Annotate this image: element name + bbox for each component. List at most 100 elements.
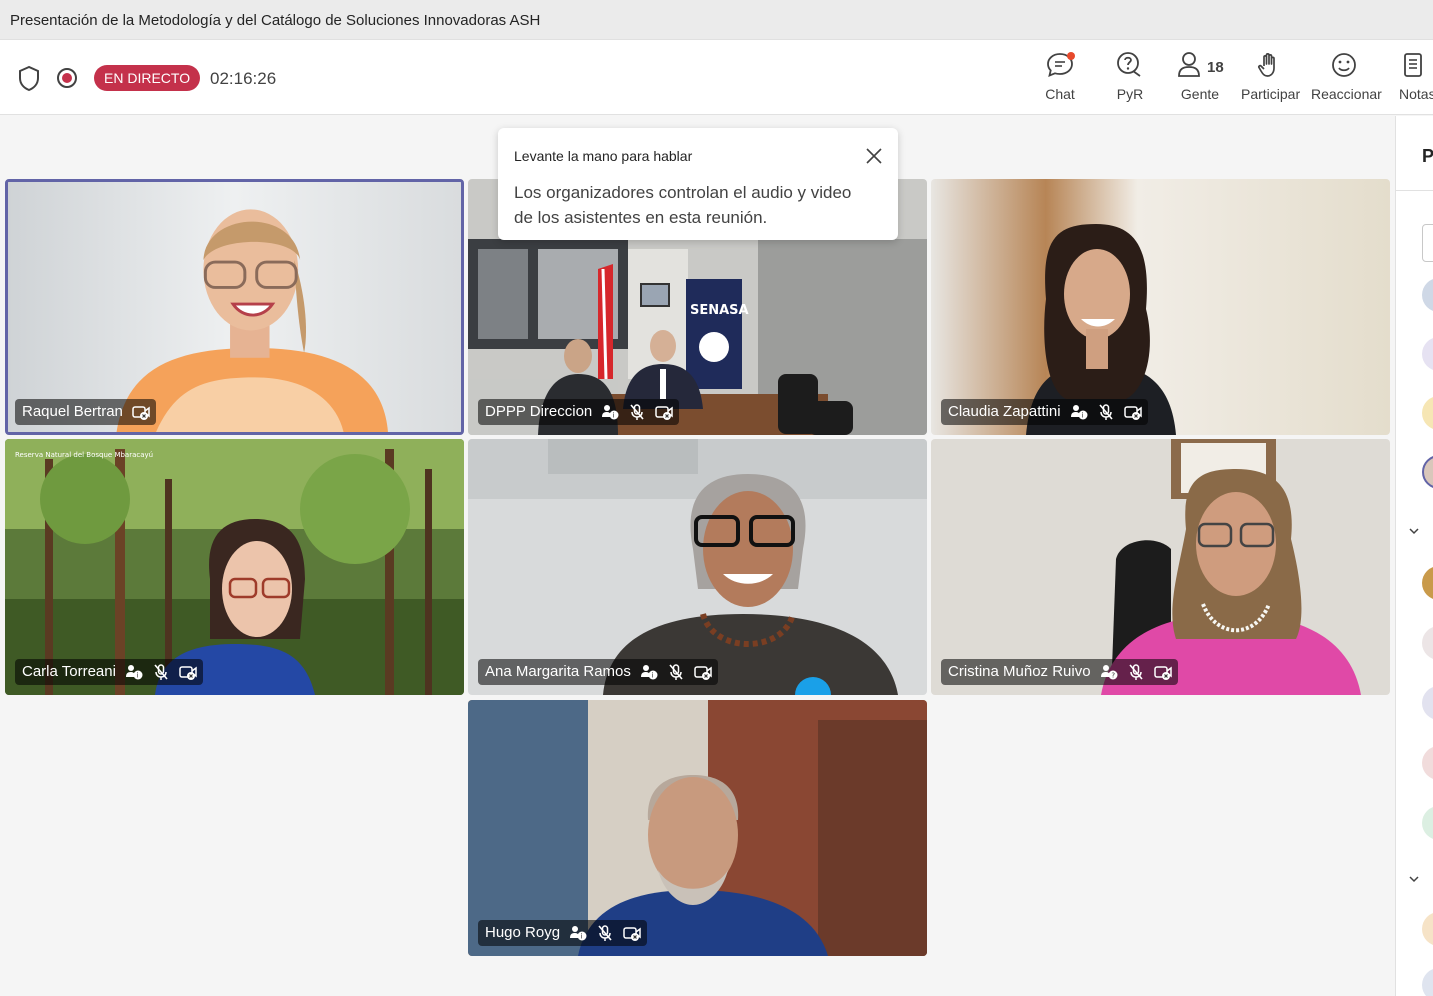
participant-video: Reserva Natural del Bosque Mbaracayú (5, 439, 464, 695)
mic-muted-icon (1098, 404, 1113, 420)
qa-label: PyR (1116, 86, 1144, 102)
notes-label: Notas (1399, 86, 1433, 102)
raise-hand-button[interactable]: Participar (1241, 50, 1301, 112)
panel-title: P (1422, 146, 1433, 166)
participant-name-chip: Claudia Zapattini i (941, 399, 1148, 425)
attendee-icon: i (640, 665, 658, 680)
participant-name: Carla Torreani (22, 663, 116, 680)
avatar[interactable] (1422, 626, 1433, 660)
attendee-icon: i (125, 665, 143, 680)
participant-name-chip: DPPP Direccion i (478, 399, 680, 425)
video-off-icon (655, 406, 674, 420)
chat-notification-dot (1067, 52, 1075, 60)
svg-text:i: i (613, 412, 615, 420)
avatar[interactable] (1422, 278, 1433, 312)
senasa-sign: SENASA (690, 303, 749, 318)
avatar[interactable] (1422, 806, 1433, 840)
participant-name-chip: Hugo Royg i (478, 920, 648, 946)
notes-icon (1404, 53, 1422, 77)
video-tile-ana-margarita[interactable]: Ana Margarita Ramos i (468, 439, 927, 695)
chevron-down-icon[interactable] (1408, 872, 1420, 884)
mic-muted-icon (598, 925, 612, 941)
participant-name: Claudia Zapattini (948, 403, 1061, 420)
participant-name: Raquel Bertran (22, 403, 123, 420)
avatar[interactable] (1422, 396, 1433, 430)
raise-hand-icon (1257, 53, 1275, 77)
svg-text:i: i (580, 933, 582, 941)
react-emoji-icon (1332, 53, 1356, 77)
meeting-title: Presentación de la Metodología y del Cat… (10, 12, 541, 29)
avatar[interactable] (1422, 968, 1433, 996)
participant-name-chip: Ana Margarita Ramos i (478, 659, 718, 685)
raise-hand-label: Participar (1241, 86, 1301, 102)
title-bar: Presentación de la Metodología y del Cat… (0, 0, 1433, 40)
avatar[interactable] (1422, 455, 1433, 489)
svg-text:i: i (136, 672, 138, 680)
video-tile-cristina[interactable]: Cristina Muñoz Ruivo ? (931, 439, 1390, 695)
raise-hand-toast: Levante la mano para hablar Los organiza… (498, 128, 898, 240)
avatar[interactable] (1422, 337, 1433, 371)
participant-video (8, 182, 461, 432)
people-icon (1178, 52, 1200, 77)
svg-text:i: i (1081, 412, 1083, 420)
qa-button[interactable]: PyR (1112, 50, 1148, 112)
mic-muted-icon (630, 404, 644, 420)
participant-video (468, 439, 927, 695)
notes-button[interactable]: Notas (1399, 50, 1433, 112)
chat-button[interactable]: Chat (1040, 50, 1080, 112)
people-label: Gente (1180, 86, 1220, 102)
svg-text:?: ? (1111, 672, 1115, 680)
meeting-toolbar: EN DIRECTO 02:16:26 Chat PyR 18 Gente Pa… (0, 40, 1433, 122)
attendee-icon: i (602, 405, 619, 420)
react-label: Reaccionar (1311, 86, 1382, 102)
chat-label: Chat (1045, 86, 1075, 102)
react-button[interactable]: Reaccionar (1311, 50, 1382, 112)
participant-video (931, 179, 1390, 435)
video-off-icon (1153, 666, 1172, 680)
avatar[interactable] (1422, 912, 1433, 946)
reserve-caption: Reserva Natural del Bosque Mbaracayú (15, 451, 153, 459)
mic-muted-icon (669, 664, 683, 680)
recording-icon (54, 64, 82, 92)
people-panel: P (1395, 116, 1433, 996)
panel-divider (1396, 190, 1433, 191)
close-icon[interactable] (864, 146, 884, 166)
video-tile-carla[interactable]: Reserva Natural del Bosque Mbaracayú Car… (5, 439, 464, 695)
participant-name: Hugo Royg (485, 924, 561, 941)
live-badge: EN DIRECTO (94, 65, 201, 91)
toast-body: Los organizadores controlan el audio y v… (514, 183, 852, 227)
panel-search-input[interactable] (1422, 224, 1433, 262)
participant-name-chip: Carla Torreani i (15, 659, 203, 685)
participant-name: Cristina Muñoz Ruivo (948, 663, 1091, 680)
people-button[interactable]: 18 Gente (1171, 50, 1229, 122)
video-tile-claudia[interactable]: Claudia Zapattini i (931, 179, 1390, 435)
participant-name-chip: Raquel Bertran (15, 399, 156, 425)
chevron-down-icon[interactable] (1408, 524, 1420, 536)
attendee-icon: ? (1100, 665, 1118, 680)
video-tile-hugo[interactable]: Hugo Royg i (468, 700, 927, 956)
people-count: 18 (1207, 59, 1224, 76)
video-off-icon (623, 927, 641, 941)
mic-muted-icon (154, 664, 168, 680)
meeting-timer: 02:16:26 (210, 69, 277, 88)
participant-name-chip: Cristina Muñoz Ruivo ? (941, 659, 1178, 685)
avatar[interactable] (1422, 746, 1433, 780)
video-tile-raquel[interactable]: Raquel Bertran (5, 179, 464, 435)
participant-video (931, 439, 1390, 695)
qa-icon (1117, 52, 1141, 77)
video-off-icon (179, 666, 197, 680)
svg-text:i: i (651, 672, 653, 680)
video-off-icon (694, 666, 712, 680)
participant-video (468, 700, 927, 956)
video-off-icon (132, 406, 150, 420)
participant-name: DPPP Direccion (485, 403, 593, 420)
shield-icon[interactable] (16, 64, 44, 92)
participant-name: Ana Margarita Ramos (485, 663, 631, 680)
video-off-icon (1123, 406, 1142, 420)
avatar[interactable] (1422, 686, 1433, 720)
avatar[interactable] (1422, 566, 1433, 600)
mic-muted-icon (1128, 664, 1143, 680)
attendee-icon: i (1070, 405, 1088, 420)
attendee-icon: i (570, 926, 587, 941)
toast-title: Levante la mano para hablar (514, 148, 693, 164)
